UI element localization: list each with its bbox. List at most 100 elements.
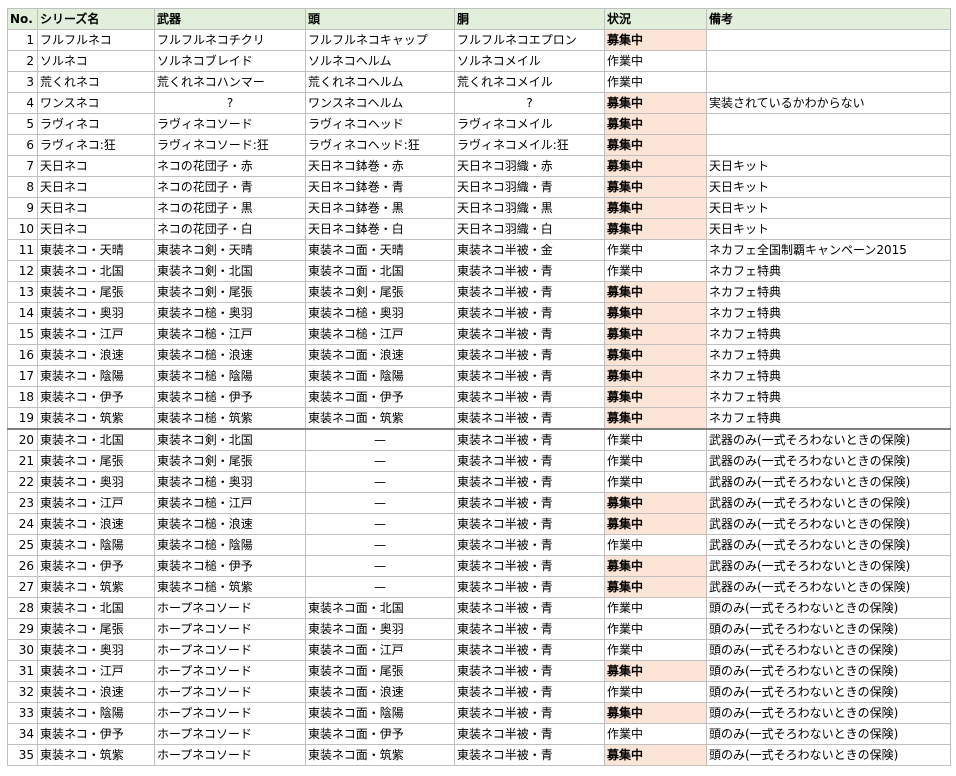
cell-head[interactable]: 東装ネコ面・北国 <box>305 597 455 619</box>
cell-status[interactable]: 募集中 <box>604 513 707 535</box>
cell-status[interactable]: 募集中 <box>604 134 707 156</box>
cell-no[interactable]: 33 <box>7 702 38 724</box>
cell-body[interactable]: 東装ネコ半被・青 <box>454 660 605 682</box>
header-head[interactable]: 頭 <box>305 8 455 30</box>
cell-head[interactable]: 天日ネコ鉢巻・赤 <box>305 155 455 177</box>
cell-no[interactable]: 19 <box>7 407 38 430</box>
cell-status[interactable]: 募集中 <box>604 29 707 51</box>
cell-body[interactable]: ソルネコメイル <box>454 50 605 72</box>
cell-no[interactable]: 10 <box>7 218 38 240</box>
cell-head[interactable]: ラヴィネコヘッド:狂 <box>305 134 455 156</box>
cell-no[interactable]: 8 <box>7 176 38 198</box>
cell-weapon[interactable]: 東装ネコ槌・奥羽 <box>154 302 306 324</box>
cell-series-name[interactable]: 東装ネコ・陰陽 <box>37 702 155 724</box>
cell-weapon[interactable]: ネコの花団子・青 <box>154 176 306 198</box>
cell-no[interactable]: 4 <box>7 92 38 114</box>
cell-status[interactable]: 募集中 <box>604 92 707 114</box>
cell-body[interactable]: 東装ネコ半被・青 <box>454 323 605 345</box>
cell-remarks[interactable] <box>706 29 951 51</box>
cell-no[interactable]: 6 <box>7 134 38 156</box>
cell-body[interactable]: 東装ネコ半被・青 <box>454 492 605 514</box>
cell-series-name[interactable]: 天日ネコ <box>37 218 155 240</box>
cell-no[interactable]: 3 <box>7 71 38 93</box>
cell-head[interactable]: 東装ネコ面・筑紫 <box>305 407 455 430</box>
cell-body[interactable]: 東装ネコ半被・青 <box>454 450 605 472</box>
cell-body[interactable]: 天日ネコ羽織・赤 <box>454 155 605 177</box>
cell-body[interactable]: 東装ネコ半被・青 <box>454 744 605 766</box>
cell-head[interactable]: 東装ネコ面・伊予 <box>305 723 455 745</box>
cell-weapon[interactable]: ホープネコソード <box>154 681 306 703</box>
cell-head[interactable]: ラヴィネコヘッド <box>305 113 455 135</box>
cell-status[interactable]: 募集中 <box>604 660 707 682</box>
cell-weapon[interactable]: ネコの花団子・白 <box>154 218 306 240</box>
cell-no[interactable]: 28 <box>7 597 38 619</box>
cell-head[interactable]: ソルネコヘルム <box>305 50 455 72</box>
cell-body[interactable]: 東装ネコ半被・青 <box>454 471 605 493</box>
cell-no[interactable]: 27 <box>7 576 38 598</box>
cell-weapon[interactable]: 東装ネコ槌・筑紫 <box>154 576 306 598</box>
cell-remarks[interactable] <box>706 113 951 135</box>
cell-series-name[interactable]: 東装ネコ・浪速 <box>37 344 155 366</box>
cell-status[interactable]: 作業中 <box>604 618 707 640</box>
cell-status[interactable]: 募集中 <box>604 386 707 408</box>
cell-weapon[interactable]: 東装ネコ剣・北国 <box>154 428 306 451</box>
cell-no[interactable]: 18 <box>7 386 38 408</box>
cell-status[interactable]: 募集中 <box>604 576 707 598</box>
cell-no[interactable]: 9 <box>7 197 38 219</box>
cell-weapon[interactable]: 東装ネコ槌・江戸 <box>154 323 306 345</box>
cell-weapon[interactable]: ラヴィネコソード:狂 <box>154 134 306 156</box>
cell-series-name[interactable]: ラヴィネコ <box>37 113 155 135</box>
cell-no[interactable]: 21 <box>7 450 38 472</box>
cell-body[interactable]: ラヴィネコメイル:狂 <box>454 134 605 156</box>
cell-status[interactable]: 作業中 <box>604 597 707 619</box>
cell-remarks[interactable]: 頭のみ(一式そろわないときの保険) <box>706 702 951 724</box>
cell-weapon[interactable]: 東装ネコ剣・尾張 <box>154 281 306 303</box>
cell-head[interactable]: 東装ネコ面・浪速 <box>305 681 455 703</box>
cell-remarks[interactable]: ネカフェ特典 <box>706 323 951 345</box>
cell-no[interactable]: 16 <box>7 344 38 366</box>
cell-series-name[interactable]: 東装ネコ・天晴 <box>37 239 155 261</box>
cell-no[interactable]: 15 <box>7 323 38 345</box>
cell-series-name[interactable]: 東装ネコ・伊予 <box>37 555 155 577</box>
cell-head[interactable]: 東装ネコ面・浪速 <box>305 344 455 366</box>
cell-no[interactable]: 1 <box>7 29 38 51</box>
cell-weapon[interactable]: ネコの花団子・黒 <box>154 197 306 219</box>
cell-body[interactable]: 東装ネコ半被・青 <box>454 723 605 745</box>
cell-body[interactable]: 東装ネコ半被・青 <box>454 681 605 703</box>
cell-head[interactable]: ワンスネコヘルム <box>305 92 455 114</box>
cell-series-name[interactable]: 天日ネコ <box>37 197 155 219</box>
cell-series-name[interactable]: 東装ネコ・浪速 <box>37 681 155 703</box>
cell-remarks[interactable]: ネカフェ特典 <box>706 365 951 387</box>
cell-series-name[interactable]: ワンスネコ <box>37 92 155 114</box>
cell-head[interactable]: 東装ネコ剣・尾張 <box>305 281 455 303</box>
cell-head[interactable]: 東装ネコ面・北国 <box>305 260 455 282</box>
cell-weapon[interactable]: 東装ネコ槌・筑紫 <box>154 407 306 430</box>
cell-remarks[interactable]: 武器のみ(一式そろわないときの保険) <box>706 492 951 514</box>
cell-weapon[interactable]: ネコの花団子・赤 <box>154 155 306 177</box>
cell-head[interactable]: 東装ネコ面・江戸 <box>305 639 455 661</box>
cell-head[interactable]: 東装ネコ面・陰陽 <box>305 365 455 387</box>
cell-series-name[interactable]: 東装ネコ・筑紫 <box>37 576 155 598</box>
cell-status[interactable]: 募集中 <box>604 365 707 387</box>
cell-head[interactable]: — <box>305 513 455 535</box>
cell-body[interactable]: 東装ネコ半被・青 <box>454 597 605 619</box>
cell-weapon[interactable]: ホープネコソード <box>154 702 306 724</box>
cell-no[interactable]: 14 <box>7 302 38 324</box>
cell-status[interactable]: 募集中 <box>604 155 707 177</box>
cell-weapon[interactable]: ホープネコソード <box>154 744 306 766</box>
cell-series-name[interactable]: 天日ネコ <box>37 176 155 198</box>
cell-weapon[interactable]: 東装ネコ槌・奥羽 <box>154 471 306 493</box>
cell-head[interactable]: 東装ネコ面・伊予 <box>305 386 455 408</box>
cell-remarks[interactable]: 武器のみ(一式そろわないときの保険) <box>706 450 951 472</box>
cell-body[interactable]: 東装ネコ半被・青 <box>454 428 605 451</box>
cell-head[interactable]: 東装ネコ面・陰陽 <box>305 702 455 724</box>
cell-series-name[interactable]: 東装ネコ・江戸 <box>37 492 155 514</box>
cell-no[interactable]: 25 <box>7 534 38 556</box>
cell-remarks[interactable]: ネカフェ特典 <box>706 260 951 282</box>
cell-weapon[interactable]: ホープネコソード <box>154 618 306 640</box>
cell-status[interactable]: 募集中 <box>604 197 707 219</box>
cell-series-name[interactable]: 東装ネコ・筑紫 <box>37 407 155 430</box>
cell-body[interactable]: 東装ネコ半被・青 <box>454 639 605 661</box>
cell-head[interactable]: 東装ネコ面・天晴 <box>305 239 455 261</box>
cell-remarks[interactable]: 武器のみ(一式そろわないときの保険) <box>706 428 951 451</box>
